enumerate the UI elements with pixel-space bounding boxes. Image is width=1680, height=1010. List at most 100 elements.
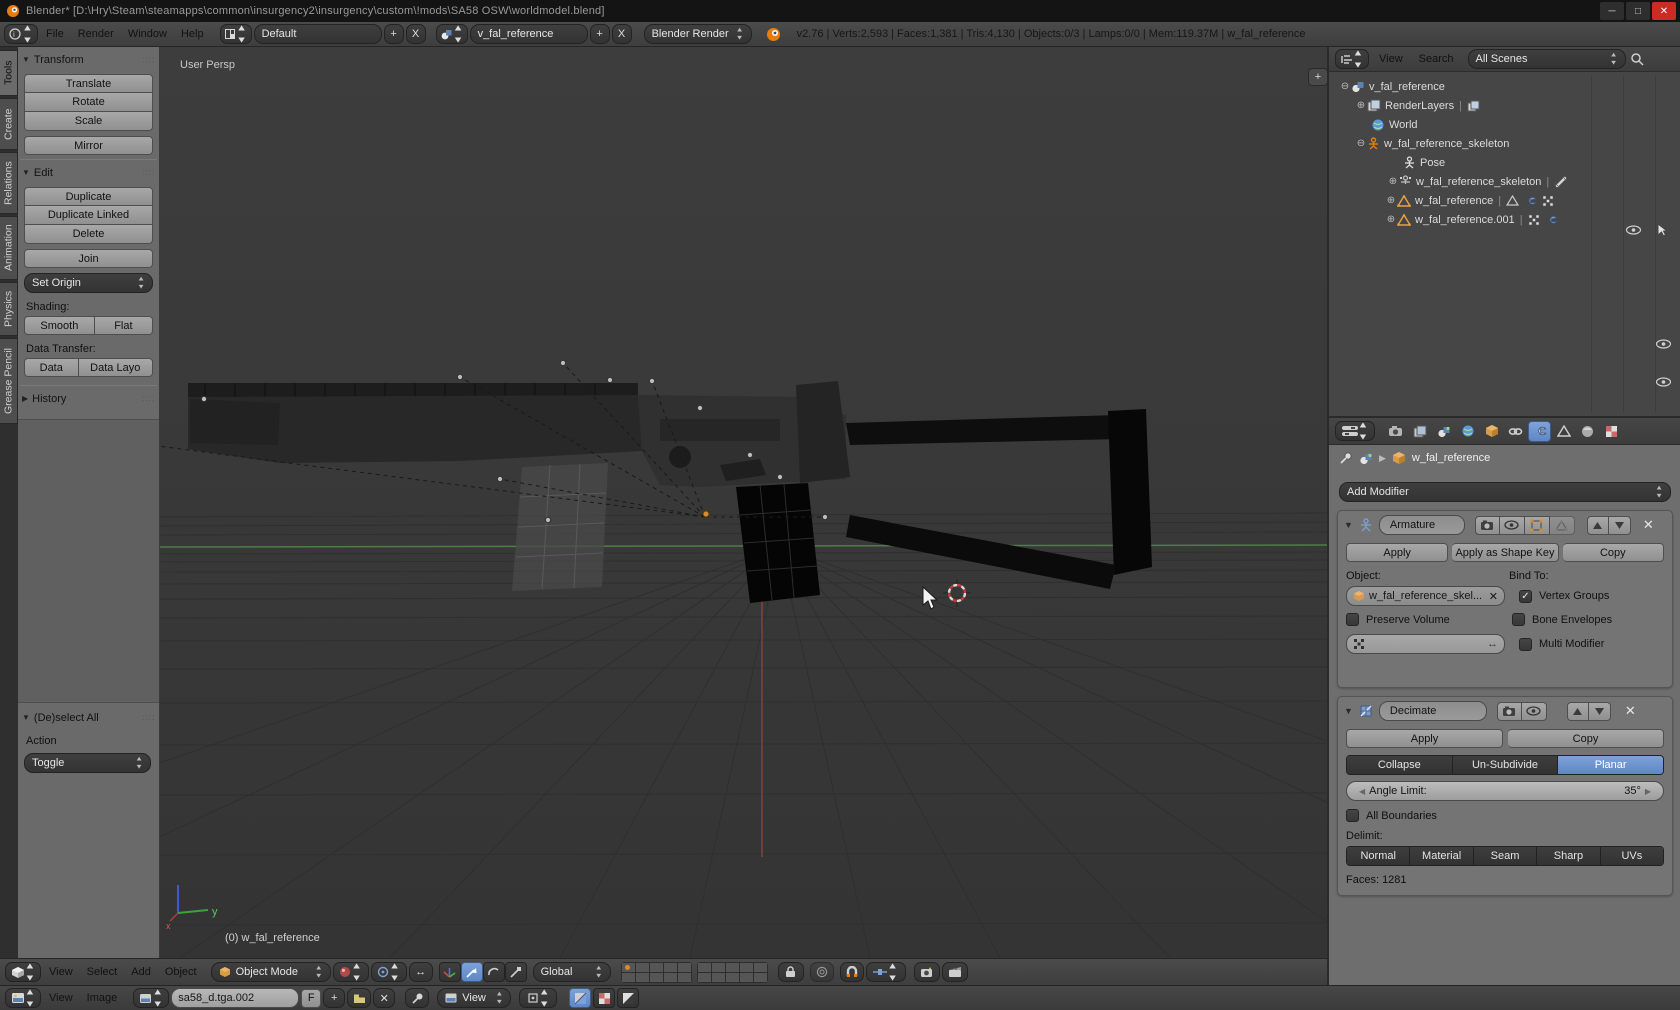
duplicate-linked-button[interactable]: Duplicate Linked	[24, 206, 153, 225]
join-button[interactable]: Join	[24, 249, 153, 268]
outliner-row-mesh-object-001[interactable]: ⊕ w_fal_reference.001 |	[1385, 210, 1680, 387]
fake-user-button[interactable]: F	[301, 988, 322, 1008]
v3d-menu-add[interactable]: Add	[125, 966, 157, 978]
tab-object-data[interactable]	[1552, 421, 1575, 442]
img-menu-image[interactable]: Image	[81, 992, 124, 1004]
clear-object-icon[interactable]: ✕	[1489, 590, 1498, 603]
eye-icon[interactable]	[1656, 375, 1671, 388]
manipulator-scale-toggle[interactable]	[504, 962, 527, 982]
tab-material[interactable]	[1576, 421, 1599, 442]
tab-modifiers[interactable]	[1528, 420, 1551, 442]
data-button[interactable]: Data	[24, 358, 79, 377]
image-pin-toggle[interactable]	[405, 988, 430, 1008]
decimate-planar-button[interactable]: Planar	[1557, 756, 1663, 774]
armature-apply-shape-button[interactable]: Apply as Shape Key	[1452, 543, 1559, 562]
eye-icon[interactable]	[1656, 337, 1671, 350]
scene-icon-button[interactable]: ▲ ▼	[435, 23, 468, 45]
add-modifier-dropdown[interactable]: Add Modifier ▲ ▼	[1339, 482, 1671, 502]
tab-create[interactable]: Create	[0, 98, 18, 150]
delimit-uvs-button[interactable]: UVs	[1599, 847, 1663, 865]
collapse-icon[interactable]: ⊖	[1339, 81, 1351, 92]
tab-object[interactable]	[1480, 421, 1503, 442]
v3d-menu-select[interactable]: Select	[81, 966, 124, 978]
panel-edit-header[interactable]: ▼ Edit::::	[18, 164, 159, 181]
unlink-image-button[interactable]: ✕	[373, 988, 396, 1008]
cage-toggle[interactable]	[1549, 515, 1575, 535]
outliner-row-pose[interactable]: Pose	[1403, 153, 1680, 172]
image-name-field[interactable]: sa58_d.tga.002	[171, 988, 300, 1008]
image-mode-dropdown[interactable]: View ▲ ▼	[437, 988, 512, 1008]
mirror-button[interactable]: Mirror	[24, 136, 153, 155]
menu-file[interactable]: File	[40, 28, 70, 40]
editor-type-image-button[interactable]: ▲ ▼	[5, 987, 41, 1009]
open-properties-region-button[interactable]: +	[1308, 68, 1327, 86]
decimate-unsubdivide-button[interactable]: Un-Subdivide	[1451, 756, 1558, 774]
vertex-group-field[interactable]: ↔	[1346, 634, 1505, 654]
pin-icon[interactable]	[1339, 451, 1353, 465]
viewport-visibility-toggle[interactable]	[1521, 701, 1547, 721]
tab-render[interactable]	[1384, 421, 1407, 442]
expand-icon[interactable]: ⊕	[1387, 176, 1399, 187]
menu-help[interactable]: Help	[175, 28, 210, 40]
render-visibility-toggle[interactable]	[1474, 515, 1500, 535]
rotate-button[interactable]: Rotate	[24, 93, 153, 112]
collapse-icon[interactable]: ▼	[1344, 520, 1353, 530]
bone-envelopes-checkbox[interactable]	[1512, 613, 1525, 626]
scene-selector[interactable]: v_fal_reference	[469, 24, 588, 44]
panel-transform-header[interactable]: ▼ Transform::::	[18, 51, 159, 68]
scene-delete-button[interactable]: X	[611, 24, 632, 44]
delete-modifier-icon[interactable]: ✕	[1643, 517, 1654, 533]
editor-type-3dview-button[interactable]: ▲ ▼	[5, 961, 41, 983]
menu-window[interactable]: Window	[122, 28, 173, 40]
manipulator-rotate-toggle[interactable]	[482, 962, 505, 982]
img-menu-view[interactable]: View	[43, 992, 79, 1004]
minimize-button[interactable]: ─	[1600, 2, 1624, 20]
move-modifier-down-button[interactable]	[1608, 515, 1631, 535]
modifier-name-field[interactable]: Armature	[1378, 515, 1465, 535]
duplicate-button[interactable]: Duplicate	[24, 187, 153, 206]
uv-alpha-toggle[interactable]	[617, 988, 640, 1008]
outliner-row-skeleton-data[interactable]: ⊕ w_fal_reference_skeleton |	[1387, 172, 1680, 191]
outliner-menu-view[interactable]: View	[1373, 53, 1409, 65]
decimate-copy-button[interactable]: Copy	[1508, 729, 1664, 748]
screen-layout-selector[interactable]: Default	[253, 24, 382, 44]
viewport-visibility-toggle[interactable]	[1499, 515, 1525, 535]
armature-copy-button[interactable]: Copy	[1562, 543, 1664, 562]
layers-grid-left[interactable]	[620, 961, 692, 983]
screen-layout-icon-button[interactable]: ▲ ▼	[219, 23, 252, 45]
manipulator-translate-toggle[interactable]	[460, 962, 483, 982]
close-button[interactable]: ✕	[1652, 2, 1676, 20]
vertex-groups-checkbox[interactable]: ✓	[1519, 589, 1532, 603]
panel-history-header[interactable]: ▶ History::::	[18, 390, 159, 407]
collapse-icon[interactable]: ⊖	[1355, 138, 1367, 149]
v3d-menu-view[interactable]: View	[43, 966, 79, 978]
tab-tools[interactable]: Tools	[0, 50, 18, 96]
preserve-volume-checkbox[interactable]	[1346, 613, 1359, 626]
move-modifier-down-button[interactable]	[1588, 701, 1611, 721]
search-icon[interactable]	[1630, 52, 1644, 66]
render-visibility-toggle[interactable]	[1496, 701, 1522, 721]
delete-button[interactable]: Delete	[24, 225, 153, 244]
edit-mode-toggle[interactable]	[1524, 515, 1550, 535]
scale-button[interactable]: Scale	[24, 112, 153, 131]
outliner-menu-search[interactable]: Search	[1413, 53, 1460, 65]
breadcrumb-scene-icon[interactable]	[1359, 452, 1373, 465]
tab-texture[interactable]	[1600, 421, 1623, 442]
expand-icon[interactable]: ⊕	[1385, 214, 1397, 225]
editor-type-info-button[interactable]: i ▲ ▼	[4, 23, 38, 45]
tab-scene[interactable]	[1432, 421, 1455, 442]
all-boundaries-checkbox[interactable]	[1346, 809, 1359, 822]
layout-add-button[interactable]: +	[383, 24, 404, 44]
opengl-render-anim-button[interactable]	[941, 962, 968, 982]
tab-relations[interactable]: Relations	[0, 152, 18, 214]
snap-element-dropdown[interactable]: ▲ ▼	[865, 961, 906, 983]
delimit-seam-button[interactable]: Seam	[1472, 847, 1537, 865]
tab-physics[interactable]: Physics	[0, 282, 18, 336]
uv-draw-mode-toggle[interactable]	[569, 988, 592, 1008]
v3d-menu-object[interactable]: Object	[159, 966, 203, 978]
tab-world[interactable]	[1456, 421, 1479, 442]
new-image-button[interactable]: +	[323, 988, 346, 1008]
mode-selector[interactable]: Object Mode ▲ ▼	[210, 962, 331, 982]
maximize-button[interactable]: □	[1626, 2, 1650, 20]
opengl-render-button[interactable]	[913, 962, 940, 982]
